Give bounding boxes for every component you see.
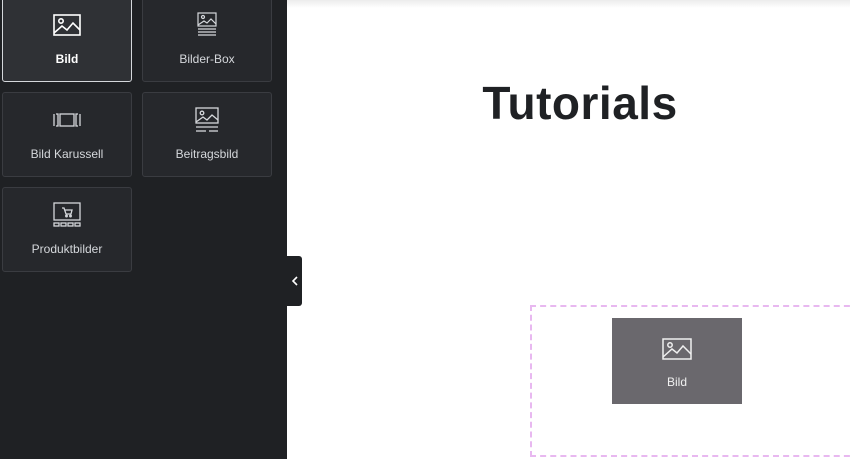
image-carousel-icon <box>52 107 82 133</box>
widget-produktbilder[interactable]: Produktbilder <box>2 187 132 272</box>
product-images-icon <box>52 202 82 228</box>
widget-label: Bild Karussell <box>30 147 104 161</box>
widget-label: Produktbilder <box>31 242 103 256</box>
widget-bild[interactable]: Bild <box>2 0 132 82</box>
widget-label: Bilder-Box <box>179 52 235 66</box>
image-icon <box>52 12 82 38</box>
page-title: Tutorials <box>482 77 678 129</box>
widget-bilder-box[interactable]: Bilder-Box <box>142 0 272 82</box>
widget-label: Bild <box>55 52 79 66</box>
collapse-panel-button[interactable] <box>287 256 302 306</box>
image-box-icon <box>192 12 222 38</box>
widget-beitragsbild[interactable]: Beitragsbild <box>142 92 272 177</box>
widget-bild-karussell[interactable]: Bild Karussell <box>2 92 132 177</box>
canvas-top-shadow <box>287 0 850 8</box>
featured-image-icon <box>192 107 222 133</box>
image-icon <box>661 336 693 362</box>
drag-preview-label: Bild <box>666 375 687 389</box>
chevron-left-icon <box>291 276 298 286</box>
widget-panel: Bild Bilder-Box Bild Karussell Beitragsb… <box>0 0 287 459</box>
drag-preview-bild[interactable]: Bild <box>612 318 742 404</box>
widget-label: Beitragsbild <box>175 147 239 161</box>
